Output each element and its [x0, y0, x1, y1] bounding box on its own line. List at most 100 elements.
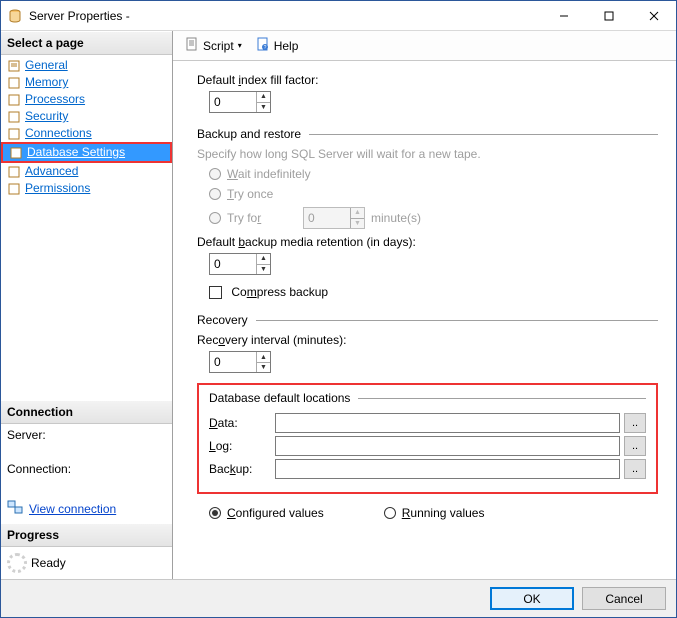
view-connection-label: View connection — [29, 502, 116, 516]
retention-stepper[interactable]: ▲▼ — [209, 253, 271, 275]
recovery-interval-stepper[interactable]: ▲▼ — [209, 351, 271, 373]
page-icon — [7, 182, 21, 196]
log-label: Log: — [209, 439, 271, 453]
backup-hint: Specify how long SQL Server will wait fo… — [197, 147, 658, 161]
select-page-header: Select a page — [1, 31, 172, 55]
page-icon — [7, 76, 21, 90]
app-icon — [7, 8, 23, 24]
sidebar-item-label: Processors — [25, 92, 85, 107]
data-path-input[interactable] — [275, 413, 620, 433]
sidebar-item-memory[interactable]: Memory — [1, 74, 172, 91]
spin-down-icon: ▼ — [351, 219, 364, 229]
radio-icon — [384, 507, 396, 519]
progress-header: Progress — [1, 523, 172, 547]
recovery-header: Recovery — [197, 313, 248, 327]
try-for-stepper: ▲▼ — [303, 207, 365, 229]
spin-down-icon[interactable]: ▼ — [257, 363, 270, 373]
page-icon — [7, 59, 21, 73]
sidebar-item-permissions[interactable]: Permissions — [1, 180, 172, 197]
server-value — [7, 442, 166, 456]
server-label: Server: — [7, 428, 166, 442]
log-browse-button[interactable]: .. — [624, 436, 646, 456]
data-label: Data: — [209, 416, 271, 430]
sidebar-item-connections[interactable]: Connections — [1, 125, 172, 142]
configured-values-label: Configured values — [227, 506, 324, 520]
configured-values-radio[interactable]: Configured values — [209, 506, 324, 520]
backup-browse-button[interactable]: .. — [624, 459, 646, 479]
radio-icon — [209, 212, 221, 224]
compress-backup-label: Compress backup — [231, 285, 328, 299]
spin-up-icon[interactable]: ▲ — [257, 254, 270, 265]
connection-label: Connection: — [7, 462, 166, 476]
sidebar-item-security[interactable]: Security — [1, 108, 172, 125]
backup-path-input[interactable] — [275, 459, 620, 479]
cancel-label: Cancel — [605, 592, 642, 606]
fill-factor-input[interactable] — [210, 92, 256, 112]
try-for-unit: minute(s) — [371, 211, 421, 225]
page-icon — [7, 165, 21, 179]
script-button[interactable]: Script ▾ — [181, 35, 246, 56]
try-once-label: Try once — [227, 187, 273, 201]
page-list: General Memory Processors Security Conne… — [1, 55, 172, 199]
ok-label: OK — [523, 592, 540, 606]
help-label: Help — [274, 39, 299, 53]
sidebar-item-general[interactable]: General — [1, 57, 172, 74]
connection-value — [7, 476, 166, 490]
spin-up-icon[interactable]: ▲ — [257, 352, 270, 363]
script-icon — [185, 37, 199, 54]
sidebar-item-label: Connections — [25, 126, 92, 141]
spin-down-icon[interactable]: ▼ — [257, 265, 270, 275]
running-values-radio[interactable]: Running values — [384, 506, 485, 520]
sidebar-item-label: Memory — [25, 75, 68, 90]
spin-down-icon[interactable]: ▼ — [257, 103, 270, 113]
cancel-button[interactable]: Cancel — [582, 587, 666, 610]
fill-factor-stepper[interactable]: ▲▼ — [209, 91, 271, 113]
page-icon — [7, 93, 21, 107]
try-for-input — [304, 208, 350, 228]
retention-label: Default backup media retention (in days)… — [197, 235, 658, 249]
sidebar-item-database-settings[interactable]: Database Settings — [3, 144, 170, 161]
log-path-input[interactable] — [275, 436, 620, 456]
connection-header: Connection — [1, 400, 172, 424]
content-pane: Script ▾ ? Help Default index fill facto… — [173, 31, 676, 579]
spin-up-icon: ▲ — [351, 208, 364, 219]
progress-spinner-icon — [7, 553, 27, 573]
svg-text:?: ? — [263, 45, 266, 51]
try-for-radio: Try for ▲▼ minute(s) — [209, 207, 658, 229]
titlebar: Server Properties - — [1, 1, 676, 31]
recovery-interval-input[interactable] — [210, 352, 256, 372]
sidebar-item-advanced[interactable]: Advanced — [1, 163, 172, 180]
view-connection-link[interactable]: View connection — [1, 494, 172, 523]
chevron-down-icon: ▾ — [238, 41, 242, 50]
page-icon — [7, 127, 21, 141]
help-button[interactable]: ? Help — [252, 35, 303, 56]
close-button[interactable] — [631, 1, 676, 30]
backup-label: Backup: — [209, 462, 271, 476]
sidebar-item-label: General — [25, 58, 68, 73]
sidebar-item-label: Security — [25, 109, 68, 124]
maximize-button[interactable] — [586, 1, 631, 30]
script-label: Script — [203, 39, 234, 53]
fill-factor-label: Default index fill factor: — [197, 73, 658, 87]
minimize-button[interactable] — [541, 1, 586, 30]
database-default-locations-group: Database default locations Data: .. Log:… — [197, 383, 658, 494]
wait-indefinitely-label: Wait indefinitely — [227, 167, 311, 181]
radio-icon — [209, 188, 221, 200]
page-icon — [7, 110, 21, 124]
try-once-radio: Try once — [209, 187, 658, 201]
sidebar-item-label: Advanced — [25, 164, 78, 179]
window-title: Server Properties - — [29, 9, 130, 23]
retention-input[interactable] — [210, 254, 256, 274]
content-toolbar: Script ▾ ? Help — [173, 31, 676, 61]
sidebar-item-processors[interactable]: Processors — [1, 91, 172, 108]
spin-up-icon[interactable]: ▲ — [257, 92, 270, 103]
data-browse-button[interactable]: .. — [624, 413, 646, 433]
ok-button[interactable]: OK — [490, 587, 574, 610]
dialog-footer: OK Cancel — [1, 579, 676, 617]
backup-restore-header: Backup and restore — [197, 127, 301, 141]
radio-icon — [209, 168, 221, 180]
compress-backup-checkbox[interactable]: Compress backup — [209, 285, 658, 299]
progress-status: Ready — [31, 556, 66, 570]
sidebar: Select a page General Memory Processors … — [1, 31, 173, 579]
sidebar-item-label: Permissions — [25, 181, 90, 196]
